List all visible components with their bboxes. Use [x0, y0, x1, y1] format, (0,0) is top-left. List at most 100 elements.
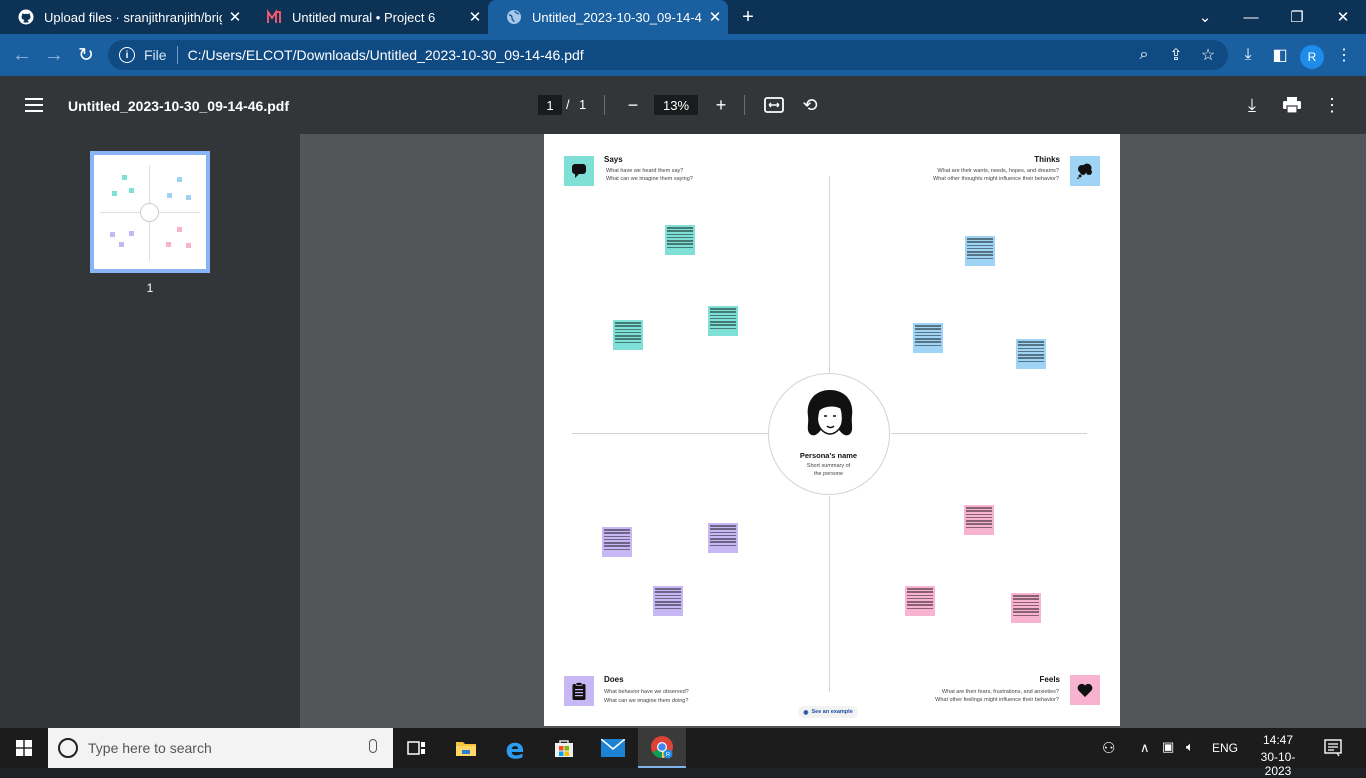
divider — [604, 95, 605, 115]
tab-github[interactable]: Upload files · sranjithranjith/brigl ✕ — [0, 0, 248, 34]
people-icon[interactable]: ⚇ — [1102, 739, 1115, 757]
taskbar-search-box[interactable]: Type here to search — [48, 728, 393, 768]
feels-question-2: What other feelings might influence thei… — [935, 697, 1059, 703]
does-question-2: What can we imagine them doing? — [604, 698, 689, 704]
sticky-note-thinks[interactable] — [1016, 339, 1046, 369]
close-tab-icon[interactable]: ✕ — [222, 8, 248, 26]
tab-pdf[interactable]: Untitled_2023-10-30_09-14-46.p ✕ — [488, 0, 728, 34]
sticky-note-feels[interactable] — [905, 586, 935, 616]
tab-search-icon[interactable]: ⌄ — [1182, 0, 1228, 34]
restore-button[interactable]: ❐ — [1274, 0, 1320, 34]
vertical-divider — [829, 176, 830, 374]
zoom-icon[interactable]: ⌕ — [1128, 34, 1160, 76]
thought-cloud-icon — [1070, 156, 1100, 186]
scheme-label: File — [144, 47, 167, 63]
bookmark-star-icon[interactable]: ☆ — [1192, 34, 1224, 76]
clock-time[interactable]: 14:47 — [1248, 733, 1308, 747]
sticky-note-feels[interactable] — [964, 505, 994, 535]
language-indicator[interactable]: ENG — [1212, 741, 1238, 755]
minimize-button[interactable]: — — [1228, 0, 1274, 34]
search-placeholder: Type here to search — [88, 740, 212, 756]
notification-center-icon[interactable] — [1324, 739, 1342, 762]
chevron-up-icon[interactable]: ∧ — [1140, 740, 1150, 756]
feels-title: Feels — [1039, 675, 1060, 684]
thinks-question-2: What other thoughts might influence thei… — [933, 176, 1059, 182]
tab-strip: Upload files · sranjithranjith/brigl ✕ U… — [0, 0, 1366, 34]
pdf-title: Untitled_2023-10-30_09-14-46.pdf — [68, 98, 289, 114]
more-options-icon[interactable]: ⋮ — [1317, 90, 1347, 120]
avatar[interactable]: R — [1300, 45, 1324, 69]
persona-name: Persona's name — [799, 451, 858, 460]
rotate-icon[interactable]: ⟲ — [795, 90, 825, 120]
reload-button[interactable]: ↻ — [70, 34, 102, 76]
windows-start-button[interactable] — [0, 728, 48, 768]
page-number-input[interactable]: 1 — [538, 95, 562, 115]
zoom-level-input[interactable]: 13% — [654, 95, 698, 115]
downloads-icon[interactable]: ⤓ — [1232, 34, 1264, 76]
zoom-in-icon[interactable]: + — [706, 90, 736, 120]
download-icon[interactable]: ⤓ — [1237, 90, 1267, 120]
persona-avatar-icon — [807, 390, 853, 436]
see-example-button[interactable]: ◉ See an example — [798, 706, 858, 718]
globe-icon — [507, 10, 521, 24]
eye-icon: ◉ — [803, 709, 809, 716]
url-text[interactable]: C:/Users/ELCOT/Downloads/Untitled_2023-1… — [188, 47, 584, 63]
zoom-out-icon[interactable]: − — [618, 90, 648, 120]
close-tab-icon[interactable]: ✕ — [702, 8, 728, 26]
sticky-note-thinks[interactable] — [913, 323, 943, 353]
new-tab-button[interactable]: + — [736, 0, 760, 34]
search-icon — [58, 738, 78, 758]
menu-icon[interactable]: ⋮ — [1328, 34, 1360, 76]
sticky-note-says[interactable] — [665, 225, 695, 255]
sticky-note-does[interactable] — [602, 527, 632, 557]
clock-date[interactable]: 30-10-2023 — [1248, 750, 1308, 778]
close-tab-icon[interactable]: ✕ — [462, 8, 488, 26]
sticky-note-feels[interactable] — [1011, 593, 1041, 623]
sticky-note-does[interactable] — [653, 586, 683, 616]
mail-icon[interactable] — [589, 728, 637, 768]
info-icon[interactable]: i — [119, 47, 135, 63]
chrome-app-icon[interactable]: R — [638, 728, 686, 768]
says-question-2: What can we imagine them saying? — [606, 176, 693, 182]
sticky-note-thinks[interactable] — [965, 236, 995, 266]
file-explorer-icon[interactable] — [442, 728, 490, 768]
close-window-button[interactable]: ✕ — [1320, 0, 1366, 34]
microsoft-store-icon[interactable] — [540, 728, 588, 768]
says-question-1: What have we heard them say? — [606, 168, 684, 174]
edge-browser-icon[interactable]: e — [491, 728, 539, 768]
forward-button[interactable]: → — [38, 34, 70, 76]
thumbnail-page — [94, 155, 206, 269]
address-bar[interactable]: i File C:/Users/ELCOT/Downloads/Untitled… — [108, 40, 1228, 70]
tab-mural[interactable]: Untitled mural • Project 6 ✕ — [248, 0, 488, 34]
says-title: Says — [604, 155, 623, 164]
page-separator: / — [566, 97, 570, 112]
thinks-title: Thinks — [1034, 155, 1060, 164]
page-thumbnail[interactable] — [90, 151, 210, 273]
taskbar: Type here to search e R ⚇ ∧ ▣ 🔈︎ ENG 14:… — [0, 728, 1366, 778]
back-button[interactable]: ← — [6, 34, 38, 76]
network-icon[interactable]: ▣ — [1162, 739, 1174, 755]
hamburger-menu-icon[interactable] — [19, 90, 49, 120]
sticky-note-says[interactable] — [708, 306, 738, 336]
task-view-icon[interactable] — [393, 728, 441, 768]
side-panel-icon[interactable]: ◧ — [1264, 34, 1296, 76]
microphone-icon[interactable] — [369, 739, 377, 753]
divider — [176, 46, 178, 64]
github-icon — [18, 9, 34, 25]
svg-text:R: R — [666, 752, 670, 758]
volume-icon[interactable]: 🔈︎ — [1186, 739, 1194, 755]
fit-to-page-icon[interactable] — [759, 90, 789, 120]
tab-title: Upload files · sranjithranjith/brigl — [44, 9, 222, 25]
heart-icon — [1070, 675, 1100, 705]
sticky-note-does[interactable] — [708, 523, 738, 553]
see-example-label: See an example — [811, 709, 853, 715]
print-icon[interactable] — [1277, 90, 1307, 120]
does-title: Does — [604, 675, 624, 684]
browser-toolbar: ← → ↻ i File C:/Users/ELCOT/Downloads/Un… — [0, 34, 1366, 76]
persona-summary-line-1: Short summary of — [806, 463, 851, 469]
sticky-note-says[interactable] — [613, 320, 643, 350]
share-icon[interactable]: ⇪ — [1160, 34, 1192, 76]
vertical-divider — [829, 496, 830, 692]
thinks-question-1: What are their wants, needs, hopes, and … — [937, 168, 1059, 174]
speech-bubble-icon — [564, 156, 594, 186]
